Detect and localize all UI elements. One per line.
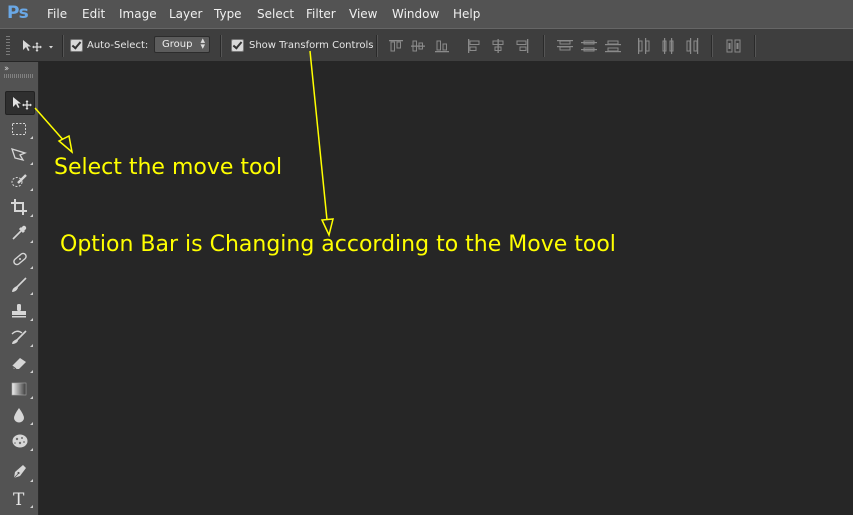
option-bar-arrow [309, 50, 334, 238]
move-tool-annotation: Select the move tool [54, 155, 283, 180]
annotation-arrows [34, 50, 334, 238]
option-bar-annotation: Option Bar is Changing according to the … [60, 232, 616, 257]
move-tool-arrow [34, 107, 74, 154]
